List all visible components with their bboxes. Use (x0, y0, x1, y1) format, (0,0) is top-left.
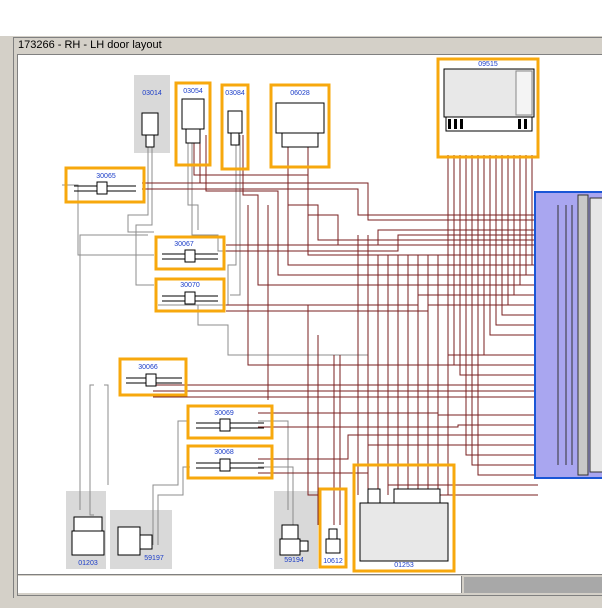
label-59197: 59197 (144, 555, 164, 562)
label-30070: 30070 (180, 282, 200, 289)
label-30066: 30066 (138, 364, 158, 371)
component-03054[interactable]: 03054 (174, 81, 212, 167)
label-30069: 30069 (214, 410, 234, 417)
scrollbar-thumb[interactable] (18, 576, 462, 593)
splice-30070[interactable]: 30070 (154, 277, 226, 313)
window-title: 173266 - RH - LH door layout (18, 39, 162, 51)
scrollbar-track[interactable] (464, 577, 602, 593)
label-03084: 03084 (225, 90, 245, 97)
label-59194: 59194 (284, 557, 304, 564)
label-03014: 03014 (142, 90, 162, 97)
label-30067: 30067 (174, 241, 194, 248)
layout-window: 173266 - RH - LH door layout 03014 03054… (13, 37, 602, 598)
horizontal-scrollbar[interactable] (17, 574, 602, 596)
splice-30066[interactable]: 30066 (118, 357, 188, 397)
label-03054: 03054 (183, 88, 203, 95)
label-30065: 30065 (96, 173, 116, 180)
label-09515: 09515 (478, 61, 498, 68)
dark-red-wires (142, 135, 538, 525)
splice-30069[interactable]: 30069 (186, 404, 274, 440)
label-01253: 01253 (394, 562, 414, 569)
wiring-canvas[interactable]: 03014 03054 03084 06028 09515 30065 3006… (17, 54, 602, 575)
label-01203: 01203 (78, 560, 98, 567)
component-10612[interactable]: 10612 (318, 487, 348, 569)
component-06028[interactable]: 06028 (269, 83, 331, 169)
label-06028: 06028 (290, 90, 310, 97)
splice-30067[interactable]: 30067 (154, 235, 226, 271)
label-10612: 10612 (323, 558, 343, 565)
component-09515[interactable]: 09515 (436, 57, 540, 159)
main-connector[interactable] (534, 191, 602, 479)
top-blank-area (0, 0, 602, 36)
component-01253[interactable]: 01253 (352, 463, 456, 573)
label-30068: 30068 (214, 449, 234, 456)
grey-wires (62, 135, 368, 545)
component-03084[interactable]: 03084 (220, 83, 250, 171)
